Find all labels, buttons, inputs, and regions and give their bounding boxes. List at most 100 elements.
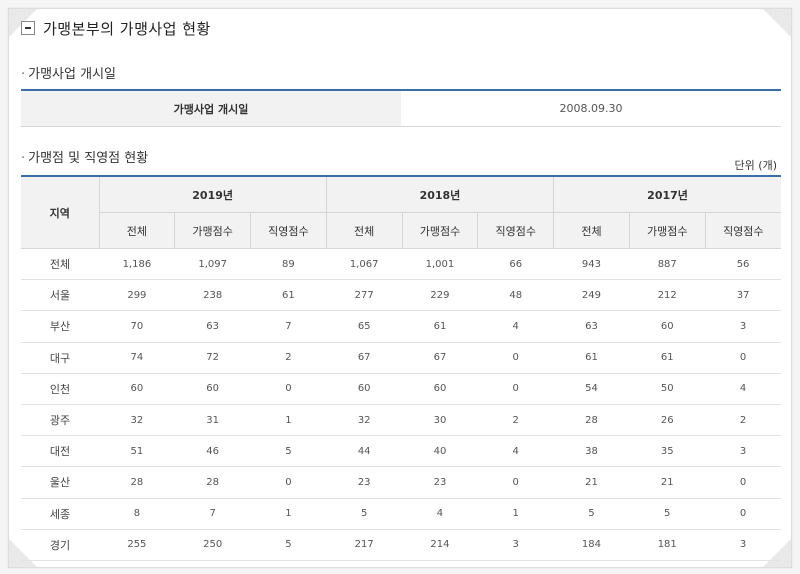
count-cell: 0 [250, 466, 327, 499]
count-cell: 1 [250, 560, 327, 567]
region-cell: 울산 [21, 466, 99, 499]
count-cell: 65 [326, 310, 403, 343]
count-cell: 1 [250, 498, 327, 530]
count-cell: 238 [174, 279, 251, 312]
count-cell: 1 [477, 498, 554, 530]
count-cell: 1,186 [99, 248, 175, 281]
count-cell: 66 [477, 248, 554, 281]
count-cell: 4 [705, 373, 781, 405]
year-header: 2018년 [325, 176, 554, 213]
region-cell: 인천 [21, 373, 99, 405]
sub-header: 가맹점수 [401, 212, 478, 249]
count-cell: 5 [629, 498, 706, 530]
count-cell: 229 [402, 279, 478, 312]
count-cell: 56 [705, 248, 781, 281]
region-cell: 강원 [21, 560, 99, 567]
count-cell: 38 [553, 435, 630, 468]
region-cell: 광주 [21, 404, 99, 437]
count-cell: 7 [250, 310, 327, 343]
count-cell: 48 [477, 279, 554, 312]
sub-header: 가맹점수 [174, 212, 251, 249]
count-cell: 212 [629, 279, 706, 312]
count-cell: 23 [402, 466, 478, 499]
count-cell: 54 [553, 373, 630, 405]
count-cell: 60 [99, 373, 175, 405]
count-cell: 67 [402, 342, 478, 374]
count-cell: 0 [477, 342, 554, 374]
sub-header: 전체 [325, 212, 403, 249]
count-cell: 0 [705, 560, 781, 567]
count-cell: 32 [99, 404, 175, 437]
count-cell: 30 [402, 404, 478, 437]
bullet-dot-icon: · [21, 67, 26, 82]
page-frame: 가맹본부의 가맹사업 현황 · 가맹사업 개시일 가맹사업 개시일 2008.09… [0, 0, 800, 574]
count-cell: 61 [402, 310, 478, 343]
count-cell: 5 [326, 498, 403, 530]
count-cell: 8 [99, 498, 175, 530]
table-row: 부산 70 63 7 65 61 4 63 60 3 [21, 310, 781, 343]
table-row: 울산 28 28 0 23 23 0 21 21 0 [21, 466, 781, 499]
count-cell: 184 [553, 529, 630, 561]
count-cell: 1,001 [402, 248, 478, 281]
sub-header: 직영점수 [704, 212, 781, 249]
count-cell: 1,097 [174, 248, 251, 281]
region-cell: 전체 [21, 248, 99, 281]
count-cell: 60 [629, 310, 706, 343]
sub-header: 직영점수 [250, 212, 327, 249]
count-cell: 0 [477, 466, 554, 499]
count-cell: 61 [553, 342, 630, 374]
table-row: 세종 8 7 1 5 4 1 5 5 0 [21, 498, 781, 530]
count-cell: 35 [629, 435, 706, 468]
count-cell: 3 [705, 435, 781, 468]
count-cell: 21 [553, 466, 630, 499]
count-cell: 28 [174, 466, 251, 499]
count-cell: 2 [477, 404, 554, 437]
count-cell: 33 [326, 560, 403, 567]
count-cell: 74 [99, 342, 175, 374]
count-cell: 61 [629, 342, 706, 374]
table-row: 광주 32 31 1 32 30 2 28 26 2 [21, 404, 781, 437]
start-date-value: 2008.09.30 [401, 90, 781, 127]
count-cell: 32 [326, 404, 403, 437]
count-cell: 63 [553, 310, 630, 343]
count-cell: 887 [629, 248, 706, 281]
count-cell: 60 [402, 373, 478, 405]
count-cell: 60 [174, 373, 251, 405]
count-cell: 0 [250, 373, 327, 405]
year-header: 2019년 [98, 176, 327, 213]
unit-label: 단위 (개) [734, 159, 777, 172]
count-cell: 5 [250, 529, 327, 561]
count-cell: 40 [402, 435, 478, 468]
region-cell: 부산 [21, 310, 99, 343]
count-cell: 89 [250, 248, 327, 281]
count-cell: 0 [705, 466, 781, 499]
sub-header: 전체 [98, 212, 175, 249]
count-cell: 5 [553, 498, 630, 530]
count-cell: 2 [250, 342, 327, 374]
region-header: 지역 [21, 176, 99, 249]
region-cell: 세종 [21, 498, 99, 530]
count-cell: 0 [705, 342, 781, 374]
count-cell: 4 [477, 435, 554, 468]
title-row: 가맹본부의 가맹사업 현황 [21, 18, 211, 38]
count-cell: 28 [99, 466, 175, 499]
count-cell: 37 [705, 279, 781, 312]
collapse-minus-icon[interactable] [21, 21, 35, 35]
start-date-table: 가맹사업 개시일 2008.09.30 [21, 89, 781, 127]
count-cell: 70 [99, 310, 175, 343]
count-cell: 0 [705, 498, 781, 530]
count-cell: 181 [629, 529, 706, 561]
count-cell: 60 [326, 373, 403, 405]
count-cell: 26 [629, 404, 706, 437]
table-row: 대구 74 72 2 67 67 0 61 61 0 [21, 342, 781, 374]
count-cell: 32 [402, 560, 478, 567]
count-cell: 4 [402, 498, 478, 530]
count-cell: 4 [477, 310, 554, 343]
count-cell: 3 [477, 529, 554, 561]
count-cell: 33 [99, 560, 175, 567]
bullet-dot-icon: · [21, 151, 26, 166]
count-cell: 21 [629, 466, 706, 499]
year-header-row: 지역 2019년 2018년 2017년 [21, 176, 781, 249]
count-cell: 943 [553, 248, 630, 281]
count-cell: 46 [174, 435, 251, 468]
